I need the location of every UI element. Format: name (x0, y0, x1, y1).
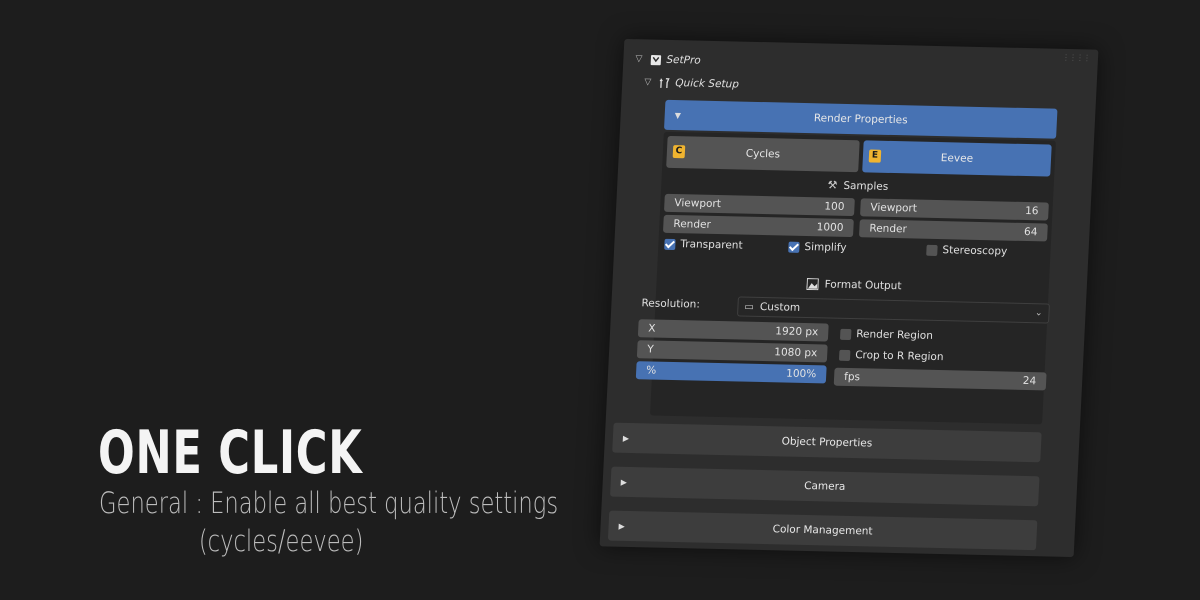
setpro-icon (650, 54, 662, 65)
checkbox-label: Crop to R Region (854, 349, 944, 364)
field-value: 100 (824, 200, 845, 213)
checkbox-box[interactable] (839, 328, 852, 340)
field-label: Render (869, 222, 908, 236)
triangle-right-icon: ▶ (618, 521, 625, 531)
checkbox-label: Simplify (804, 241, 847, 254)
promo-title: ONE CLICK (98, 418, 363, 488)
checkbox-box[interactable] (926, 244, 938, 256)
field-value: 1920 px (775, 325, 819, 339)
checkbox-box[interactable] (788, 241, 800, 253)
eevee-button[interactable]: E Eevee (862, 140, 1052, 177)
triangle-right-icon: ▶ (620, 477, 628, 487)
camera-header[interactable]: ▶ Camera (610, 466, 1040, 507)
field-value: 1080 px (774, 346, 818, 360)
field-label: Render (673, 218, 712, 231)
format-output-label: Format Output (824, 278, 902, 293)
field-label: % (645, 364, 657, 377)
chevron-down-icon[interactable]: ▽ (644, 77, 654, 87)
tools-icon (659, 77, 670, 88)
field-label: X (647, 322, 656, 335)
cycles-render-samples-field[interactable]: Render 1000 (662, 214, 854, 238)
field-label: Y (646, 343, 654, 356)
field-label: Viewport (674, 197, 722, 211)
crop-region-checkbox[interactable]: Crop to R Region (838, 349, 944, 364)
eevee-label: Eevee (940, 152, 974, 165)
quick-setup-header[interactable]: ▽ Quick Setup (644, 76, 739, 90)
eevee-viewport-samples-field[interactable]: Viewport 16 (860, 198, 1049, 221)
triangle-down-icon: ▼ (674, 110, 682, 120)
cycles-button[interactable]: C Cycles (666, 135, 860, 173)
stereoscopy-checkbox[interactable]: Stereoscopy (926, 244, 1008, 258)
triangle-right-icon: ▶ (622, 433, 630, 443)
checkbox-box[interactable] (838, 349, 851, 361)
panel-label: Camera (803, 479, 846, 493)
chevron-down-icon[interactable]: ▽ (635, 54, 645, 64)
checkbox-box[interactable] (664, 238, 676, 250)
format-output-heading: Format Output (806, 278, 902, 293)
dropdown-chevron-icon: ⌄ (1034, 308, 1043, 319)
promo-subtitle-line2: (cycles/eevee) (198, 524, 364, 558)
checkbox-label: Transparent (680, 238, 743, 252)
panel-label: Object Properties (781, 435, 873, 450)
quick-setup-label: Quick Setup (674, 77, 740, 91)
cycles-viewport-samples-field[interactable]: Viewport 100 (663, 193, 855, 217)
field-label: Viewport (870, 201, 918, 215)
resolution-preset-value: Custom (759, 300, 801, 314)
eevee-render-samples-field[interactable]: Render 64 (858, 219, 1048, 242)
panel-label: Color Management (772, 523, 873, 538)
cycles-engine-icon: C (672, 145, 686, 159)
setpro-label: SetPro (666, 53, 702, 67)
format-output-icon (806, 278, 819, 291)
color-management-header[interactable]: ▶ Color Management (607, 510, 1038, 551)
eevee-engine-icon: E (868, 149, 882, 163)
field-value: 16 (1024, 205, 1039, 218)
field-value: 100% (785, 367, 817, 381)
monitor-icon: ▭ (744, 301, 755, 313)
promo-subtitle-line1: General : Enable all best quality settin… (99, 486, 559, 520)
object-properties-header[interactable]: ▶ Object Properties (612, 422, 1042, 463)
cycles-label: Cycles (745, 147, 781, 161)
field-label: fps (843, 370, 861, 384)
simplify-checkbox[interactable]: Simplify (788, 241, 847, 254)
samples-icon: ⚒ (827, 178, 838, 192)
setpro-header[interactable]: ▽ SetPro (635, 53, 702, 67)
checkbox-label: Stereoscopy (942, 244, 1008, 258)
setpro-panel: ⋮⋮⋮⋮ ▽ SetPro ▽ Quick Setup ▼ Render Pro… (599, 38, 1099, 558)
render-properties-label: Render Properties (813, 112, 908, 127)
transparent-checkbox[interactable]: Transparent (664, 238, 743, 252)
checkbox-label: Render Region (855, 328, 934, 342)
field-value: 1000 (816, 221, 844, 234)
grip-icon[interactable]: ⋮⋮⋮⋮ (1062, 53, 1090, 63)
field-value: 64 (1023, 225, 1038, 239)
render-region-checkbox[interactable]: Render Region (839, 328, 934, 342)
resolution-label: Resolution: (641, 297, 701, 311)
samples-label: Samples (843, 179, 889, 193)
promo-subtitle: General : Enable all best quality settin… (99, 484, 559, 560)
field-value: 24 (1022, 374, 1037, 388)
samples-heading: ⚒ Samples (827, 179, 888, 193)
